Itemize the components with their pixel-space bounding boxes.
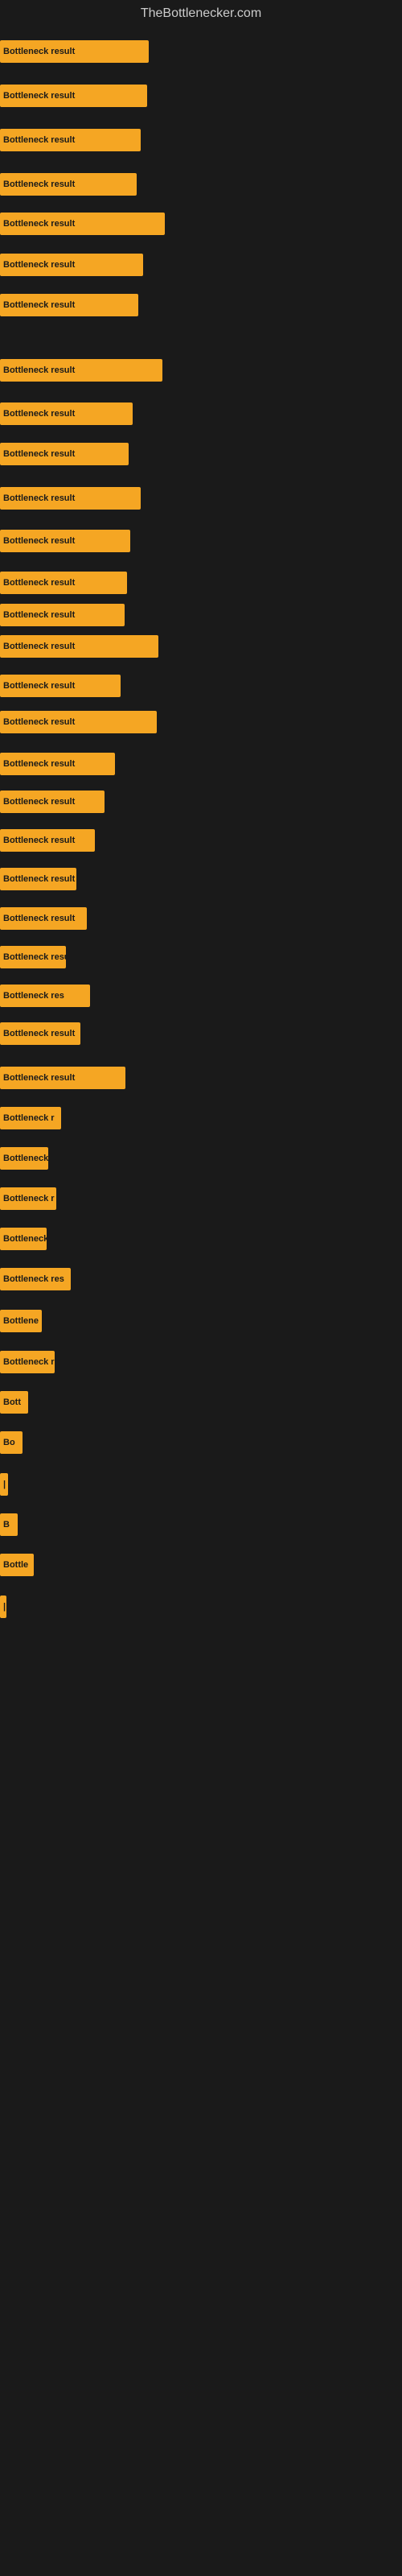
- bar-item: Bottleneck result: [0, 443, 129, 465]
- bar-label: Bott: [3, 1397, 21, 1407]
- bar-item: Bottleneck result: [0, 359, 162, 382]
- bar-item: Bottleneck result: [0, 402, 133, 425]
- bar-item: B: [0, 1513, 18, 1536]
- bar-item: Bottleneck result: [0, 1022, 80, 1045]
- bar-item: Bottleneck result: [0, 946, 66, 968]
- bar-item: Bottleneck r: [0, 1187, 56, 1210]
- bar-label: Bottleneck result: [3, 493, 75, 503]
- bar-item: Bo: [0, 1431, 23, 1454]
- bar-label: Bottleneck result: [3, 47, 75, 56]
- bar-label: Bottlene: [3, 1316, 39, 1326]
- bar-item: Bottleneck: [0, 1147, 48, 1170]
- bar-label: |: [3, 1480, 6, 1489]
- bar-label: Bottleneck: [3, 1154, 48, 1163]
- bar-item: Bottleneck result: [0, 213, 165, 235]
- bar-label: Bottle: [3, 1560, 28, 1570]
- bar-label: Bottleneck result: [3, 578, 75, 588]
- bar-label: Bottleneck res: [3, 991, 64, 1001]
- chart-area: Bottleneck result Bottleneck result Bottle…: [0, 24, 402, 2552]
- bar-item: Bottleneck: [0, 1228, 47, 1250]
- bar-item: Bottleneck result: [0, 711, 157, 733]
- bar-item: Bottleneck result: [0, 294, 138, 316]
- bar-label: Bottleneck result: [3, 797, 75, 807]
- bar-label: Bottleneck result: [3, 1073, 75, 1083]
- bar-item: Bottleneck result: [0, 1067, 125, 1089]
- bar-label: Bottleneck result: [3, 449, 75, 459]
- bar-label: Bottleneck result: [3, 135, 75, 145]
- bar-item: Bottleneck result: [0, 40, 149, 63]
- bar-label: Bottleneck result: [3, 1029, 75, 1038]
- bar-item: Bott: [0, 1391, 28, 1414]
- bar-label: Bottleneck: [3, 1234, 47, 1244]
- bar-label: Bottleneck result: [3, 409, 75, 419]
- bar-label: Bottleneck r: [3, 1113, 55, 1123]
- bar-item: Bottleneck result: [0, 530, 130, 552]
- bar-item: Bottleneck r: [0, 1107, 61, 1129]
- bar-label: Bottleneck result: [3, 536, 75, 546]
- bar-item: Bottleneck result: [0, 129, 141, 151]
- bar-item: Bottleneck result: [0, 675, 121, 697]
- bar-label: Bottleneck r: [3, 1357, 55, 1367]
- bar-label: Bottleneck result: [3, 610, 75, 620]
- bar-label: Bottleneck result: [3, 91, 75, 101]
- bar-label: Bottleneck result: [3, 642, 75, 651]
- bar-item: |: [0, 1596, 6, 1618]
- bar-item: Bottleneck result: [0, 753, 115, 775]
- bar-label: Bottleneck result: [3, 952, 66, 962]
- bar-label: Bottleneck result: [3, 219, 75, 229]
- bar-item: Bottleneck result: [0, 604, 125, 626]
- bar-item: Bottleneck result: [0, 791, 105, 813]
- bar-item: Bottleneck result: [0, 868, 76, 890]
- bar-label: Bo: [3, 1438, 15, 1447]
- bar-item: Bottle: [0, 1554, 34, 1576]
- bar-item: Bottleneck result: [0, 487, 141, 510]
- site-title: TheBottlenecker.com: [0, 0, 402, 24]
- bar-item: Bottleneck result: [0, 173, 137, 196]
- bar-label: Bottleneck result: [3, 717, 75, 727]
- bar-label: Bottleneck result: [3, 260, 75, 270]
- bar-label: Bottleneck res: [3, 1274, 64, 1284]
- bar-label: |: [3, 1602, 6, 1612]
- bar-item: Bottleneck res: [0, 1268, 71, 1290]
- bar-label: Bottleneck result: [3, 836, 75, 845]
- bar-item: Bottleneck res: [0, 985, 90, 1007]
- bar-label: Bottleneck result: [3, 365, 75, 375]
- bar-item: Bottleneck result: [0, 85, 147, 107]
- bar-label: Bottleneck result: [3, 681, 75, 691]
- bar-label: Bottleneck result: [3, 874, 75, 884]
- bar-label: Bottleneck result: [3, 759, 75, 769]
- bar-item: Bottleneck result: [0, 635, 158, 658]
- bar-label: Bottleneck result: [3, 180, 75, 189]
- bar-item: Bottlene: [0, 1310, 42, 1332]
- bar-label: Bottleneck r: [3, 1194, 55, 1203]
- bar-label: Bottleneck result: [3, 914, 75, 923]
- bar-item: Bottleneck result: [0, 254, 143, 276]
- bar-label: B: [3, 1520, 10, 1530]
- bar-item: Bottleneck r: [0, 1351, 55, 1373]
- bar-item: Bottleneck result: [0, 572, 127, 594]
- bar-label: Bottleneck result: [3, 300, 75, 310]
- bar-item: Bottleneck result: [0, 907, 87, 930]
- bar-item: |: [0, 1473, 8, 1496]
- bar-item: Bottleneck result: [0, 829, 95, 852]
